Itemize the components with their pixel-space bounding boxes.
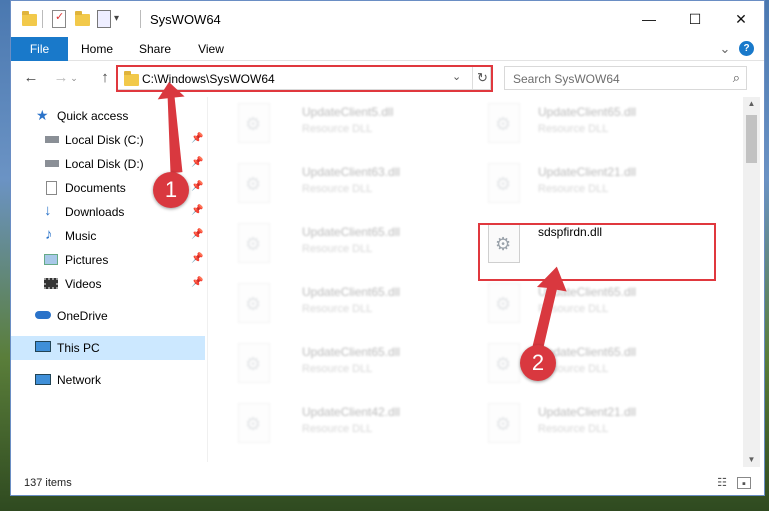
file-highlight-box: [478, 223, 716, 281]
pictures-icon: [44, 254, 58, 265]
window-title: SysWOW64: [150, 12, 221, 27]
dll-file-icon: ⚙: [238, 403, 270, 443]
folder-icon[interactable]: [22, 10, 37, 28]
toolbar-separator: [42, 10, 43, 28]
videos-icon: [44, 278, 58, 289]
sidebar-item-onedrive[interactable]: OneDrive: [11, 305, 205, 327]
computer-icon: [35, 341, 51, 352]
file-item[interactable]: ⚙ UpdateClient65.dll Resource DLL: [480, 337, 720, 391]
scroll-down-arrow[interactable]: ▼: [743, 453, 760, 467]
sidebar-item-videos[interactable]: Videos 📌: [11, 273, 205, 295]
pin-icon: 📌: [191, 229, 204, 240]
dll-file-icon: ⚙: [238, 223, 270, 263]
item-count: 137 items: [24, 477, 72, 489]
dll-file-icon: ⚙: [238, 103, 270, 143]
explorer-window: ✓ ▾ SysWOW64 — ☐ ✕ File Home Share View …: [10, 0, 765, 496]
dll-file-icon: ⚙: [488, 343, 520, 383]
file-item[interactable]: ⚙ UpdateClient5.dll Resource DLL: [230, 97, 470, 151]
file-item[interactable]: ⚙ UpdateClient65.dll Resource DLL: [230, 217, 470, 271]
annotation-badge-2: 2: [520, 345, 556, 381]
pin-icon: 📌: [191, 277, 204, 288]
address-highlight-box: [116, 65, 493, 92]
navigation-bar: ← → ⌄ ↑ C:\Windows\SysWOW64 ⌄ ↻ Search S…: [11, 61, 764, 95]
recent-locations-icon[interactable]: ⌄: [69, 69, 79, 87]
forward-button[interactable]: →: [51, 69, 71, 87]
properties-icon[interactable]: ✓: [52, 10, 66, 28]
search-icon[interactable]: ⌕: [733, 70, 740, 86]
details-view-icon[interactable]: ☷: [715, 477, 729, 489]
star-icon: ★: [36, 107, 49, 123]
navigation-pane: ★ Quick access Local Disk (C:) 📌 Local D…: [11, 97, 207, 467]
minimize-button[interactable]: —: [626, 1, 672, 37]
drive-icon: [45, 160, 59, 167]
dll-file-icon: ⚙: [238, 163, 270, 203]
file-item[interactable]: ⚙ UpdateClient65.dll Resource DLL: [480, 277, 720, 331]
network-icon: [35, 374, 51, 385]
sidebar-item-this-pc[interactable]: This PC: [11, 336, 205, 360]
drive-icon: [45, 136, 59, 143]
file-item[interactable]: ⚙ UpdateClient65.dll Resource DLL: [480, 97, 720, 151]
sidebar-item-music[interactable]: ♪ Music 📌: [11, 225, 205, 247]
title-bar: ✓ ▾ SysWOW64 — ☐ ✕: [11, 1, 764, 37]
dll-file-icon: ⚙: [238, 343, 270, 383]
up-button[interactable]: ↑: [95, 69, 115, 87]
music-icon: ♪: [45, 226, 53, 243]
file-item[interactable]: ⚙ UpdateClient21.dll Resource DLL: [480, 397, 720, 451]
annotation-badge-1: 1: [153, 172, 189, 208]
file-list: ⚙ UpdateClient5.dll Resource DLL ⚙ Updat…: [208, 97, 743, 462]
sidebar-item-pictures[interactable]: Pictures 📌: [11, 249, 205, 271]
file-item[interactable]: ⚙ UpdateClient63.dll Resource DLL: [230, 157, 470, 211]
dll-file-icon: ⚙: [488, 403, 520, 443]
downloads-icon: ↓: [44, 202, 52, 219]
customize-icon[interactable]: [97, 10, 111, 28]
close-button[interactable]: ✕: [718, 1, 764, 37]
new-folder-icon[interactable]: [75, 10, 90, 28]
help-icon[interactable]: ?: [739, 41, 754, 56]
sidebar-item-quick-access[interactable]: ★ Quick access: [11, 105, 205, 127]
pin-icon: 📌: [191, 133, 204, 144]
vertical-scrollbar[interactable]: ▲ ▼: [743, 97, 760, 467]
large-icons-view-icon[interactable]: ▪: [737, 477, 751, 490]
file-item[interactable]: ⚙ UpdateClient65.dll Resource DLL: [230, 337, 470, 391]
dll-file-icon: ⚙: [488, 283, 520, 323]
status-bar: 137 items ☷ ▪: [11, 473, 764, 495]
tab-view[interactable]: View: [187, 37, 235, 61]
dll-file-icon: ⚙: [488, 103, 520, 143]
search-box[interactable]: Search SysWOW64 ⌕: [504, 66, 747, 90]
sidebar-item-local-disk-c[interactable]: Local Disk (C:) 📌: [11, 129, 205, 151]
cloud-icon: [35, 311, 51, 319]
dll-file-icon: ⚙: [488, 163, 520, 203]
file-item[interactable]: ⚙ UpdateClient21.dll Resource DLL: [480, 157, 720, 211]
ribbon-expand-icon[interactable]: ⌄: [717, 37, 733, 61]
title-separator: [140, 10, 141, 28]
pin-icon: 📌: [191, 205, 204, 216]
file-item[interactable]: ⚙ UpdateClient65.dll Resource DLL: [230, 277, 470, 331]
maximize-button[interactable]: ☐: [672, 1, 718, 37]
sidebar-item-network[interactable]: Network: [11, 369, 205, 391]
pin-icon: 📌: [191, 253, 204, 264]
back-button[interactable]: ←: [21, 69, 41, 87]
pin-icon: 📌: [191, 157, 204, 168]
scroll-up-arrow[interactable]: ▲: [743, 97, 760, 111]
dll-file-icon: ⚙: [238, 283, 270, 323]
tab-home[interactable]: Home: [73, 37, 121, 61]
documents-icon: [46, 181, 57, 195]
ribbon-tabs: File Home Share View ⌄ ?: [11, 37, 764, 91]
file-item[interactable]: ⚙ UpdateClient42.dll Resource DLL: [230, 397, 470, 451]
scroll-thumb[interactable]: [746, 115, 757, 163]
qat-dropdown[interactable]: ▾: [114, 10, 126, 28]
search-placeholder: Search SysWOW64: [513, 72, 620, 86]
pin-icon: 📌: [191, 181, 204, 192]
tab-share[interactable]: Share: [131, 37, 179, 61]
